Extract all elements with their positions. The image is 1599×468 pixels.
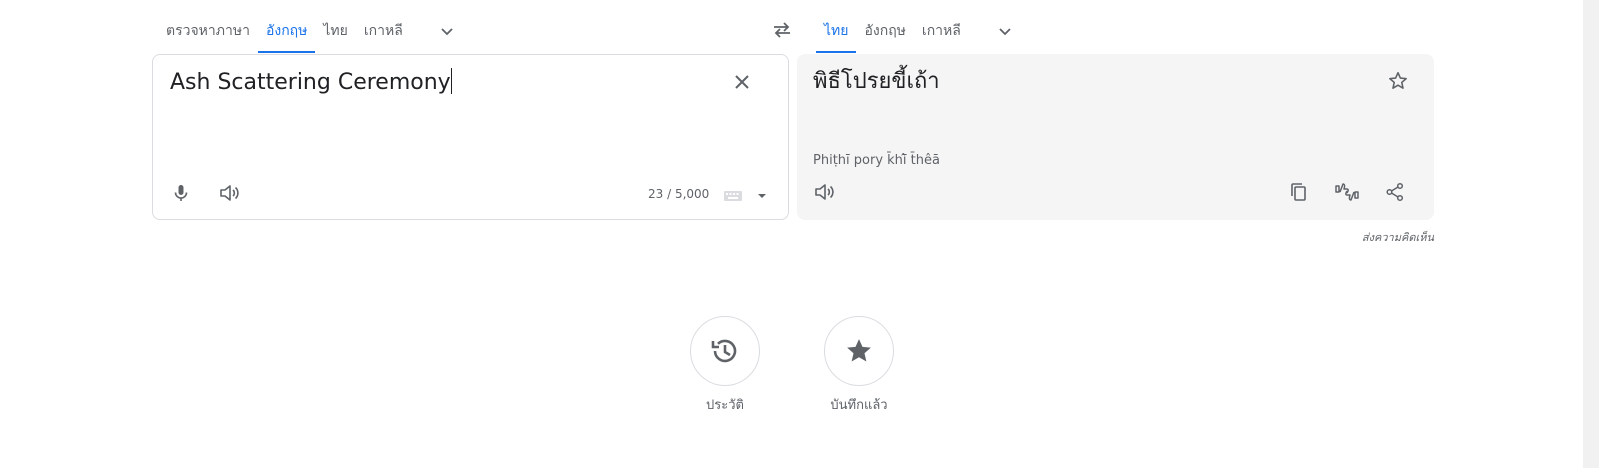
swap-languages-button[interactable] — [768, 16, 796, 44]
copy-icon — [1291, 183, 1306, 201]
chevron-down-icon — [441, 28, 453, 36]
clear-source-button[interactable] — [724, 64, 760, 100]
source-panel: Ash Scattering Ceremony 23 / 5,000 — [152, 54, 789, 220]
source-tab-thai[interactable]: ไทย — [315, 9, 355, 53]
page-scrollbar[interactable] — [1583, 0, 1599, 468]
dropdown-arrow-icon — [758, 194, 766, 198]
target-more-languages-button[interactable] — [981, 9, 1029, 53]
source-tab-detect[interactable]: ตรวจหาภาษา — [158, 9, 258, 53]
saved-button[interactable]: บันทึกแล้ว — [804, 316, 914, 415]
source-text-input[interactable]: Ash Scattering Ceremony — [170, 68, 452, 98]
send-feedback-link[interactable]: ส่งความคิดเห็น — [1362, 228, 1434, 246]
share-icon — [1386, 182, 1404, 202]
microphone-icon — [174, 185, 188, 201]
share-translation-button[interactable] — [1377, 174, 1413, 210]
star-icon — [847, 339, 871, 362]
rate-translation-button[interactable] — [1329, 174, 1365, 210]
target-language-bar: ไทย อังกฤษ เกาหลี — [816, 9, 1029, 53]
translation-panel: พิธีโปรยขี้เถ้า Phiṭhī pory k̄hī̂ t̄hêā — [797, 54, 1434, 220]
copy-translation-button[interactable] — [1281, 174, 1317, 210]
romanization-text: Phiṭhī pory k̄hī̂ t̄hêā — [813, 153, 940, 168]
source-tab-korean[interactable]: เกาหลี — [356, 9, 411, 53]
target-tab-korean[interactable]: เกาหลี — [914, 9, 969, 53]
history-icon — [711, 339, 737, 363]
close-icon — [735, 75, 749, 89]
listen-translation-button[interactable] — [806, 174, 842, 210]
feedback-thumbs-icon — [1335, 183, 1359, 201]
text-caret — [450, 68, 452, 94]
speaker-icon — [815, 184, 834, 200]
keyboard-icon — [724, 191, 742, 201]
target-tab-thai[interactable]: ไทย — [816, 9, 857, 53]
star-outline-icon — [1389, 71, 1407, 89]
voice-input-button[interactable] — [163, 175, 199, 211]
saved-circle — [824, 316, 894, 386]
save-translation-button[interactable] — [1380, 63, 1416, 99]
listen-source-button[interactable] — [211, 175, 247, 211]
saved-label: บันทึกแล้ว — [830, 398, 888, 413]
history-circle — [690, 316, 760, 386]
chevron-down-icon — [999, 28, 1011, 36]
source-tab-english[interactable]: อังกฤษ — [257, 9, 316, 53]
history-button[interactable]: ประวัติ — [670, 316, 780, 415]
swap-arrows-icon — [774, 22, 790, 38]
character-count: 23 / 5,000 — [648, 187, 710, 201]
source-more-languages-button[interactable] — [423, 9, 471, 53]
source-language-bar: ตรวจหาภาษา อังกฤษ ไทย เกาหลี — [158, 9, 471, 53]
target-tab-english[interactable]: อังกฤษ — [856, 9, 913, 53]
history-label: ประวัติ — [706, 398, 744, 413]
speaker-icon — [220, 185, 239, 201]
input-tools-button[interactable] — [723, 185, 775, 207]
translated-text: พิธีโปรยขี้เถ้า — [813, 69, 940, 94]
